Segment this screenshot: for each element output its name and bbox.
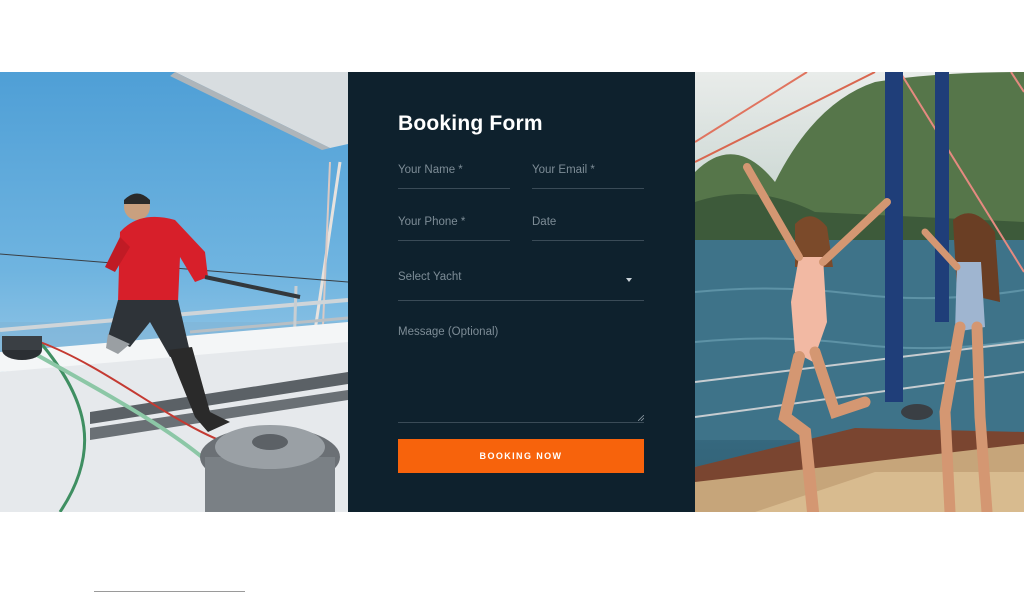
- footer-divider: [94, 591, 245, 592]
- email-field[interactable]: Your Email *: [532, 154, 644, 189]
- message-textarea[interactable]: Message (Optional): [398, 318, 644, 423]
- message-placeholder: Message (Optional): [398, 326, 499, 338]
- page: Booking Form Your Name * Your Email * Yo…: [0, 0, 1024, 593]
- name-placeholder: Your Name *: [398, 164, 463, 176]
- date-field[interactable]: Date: [532, 206, 644, 241]
- sailor-photo: [0, 72, 348, 512]
- yacht-photo: [695, 72, 1024, 512]
- booking-form-title: Booking Form: [398, 112, 543, 135]
- yacht-select-value: Select Yacht: [398, 271, 462, 283]
- booking-now-button[interactable]: BOOKING NOW: [398, 439, 644, 473]
- name-field[interactable]: Your Name *: [398, 154, 510, 189]
- booking-form-panel: Booking Form Your Name * Your Email * Yo…: [348, 72, 695, 512]
- yacht-select[interactable]: Select Yacht: [398, 258, 644, 301]
- date-placeholder: Date: [532, 216, 557, 228]
- yacht-photo-illustration: [695, 72, 1024, 512]
- chevron-down-icon: [626, 278, 632, 282]
- booking-section: Booking Form Your Name * Your Email * Yo…: [0, 72, 1024, 512]
- phone-placeholder: Your Phone *: [398, 216, 466, 228]
- resize-handle-icon[interactable]: [638, 415, 644, 421]
- phone-field[interactable]: Your Phone *: [398, 206, 510, 241]
- email-placeholder: Your Email *: [532, 164, 595, 176]
- sailor-photo-illustration: [0, 72, 348, 512]
